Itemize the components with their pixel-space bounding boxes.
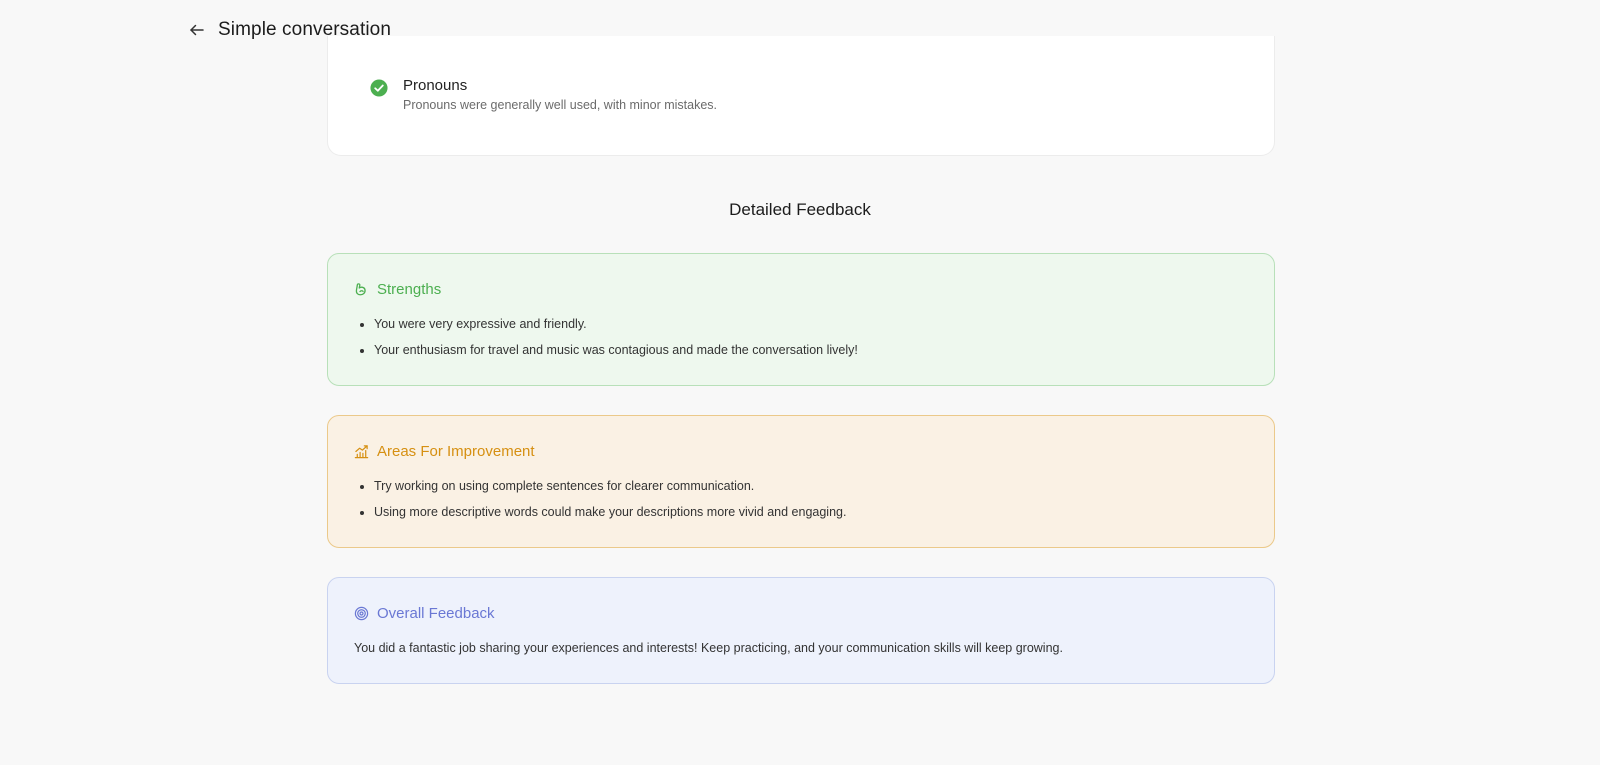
detailed-feedback-heading: Detailed Feedback bbox=[729, 200, 871, 219]
criterion-description: Pronouns were generally well used, with … bbox=[403, 98, 718, 112]
flexed-arm-icon bbox=[355, 283, 366, 296]
list-item: Your enthusiasm for travel and music was… bbox=[374, 343, 858, 358]
arrow-left-icon bbox=[190, 24, 204, 36]
improvement-list: Try working on using complete sentences … bbox=[354, 479, 846, 531]
criteria-card: Pronouns Pronouns were generally well us… bbox=[327, 36, 1275, 156]
strengths-list: You were very expressive and friendly. Y… bbox=[354, 317, 858, 369]
check-circle-icon bbox=[370, 79, 388, 97]
improvement-card: Areas For Improvement Try working on usi… bbox=[327, 415, 1275, 548]
overall-title: Overall Feedback bbox=[377, 605, 495, 622]
criterion-pronouns: Pronouns Pronouns were generally well us… bbox=[370, 77, 717, 112]
strengths-title: Strengths bbox=[377, 281, 442, 298]
improvement-header: Areas For Improvement bbox=[354, 443, 535, 460]
overall-feedback-card: Overall Feedback You did a fantastic job… bbox=[327, 577, 1275, 684]
strengths-card: Strengths You were very expressive and f… bbox=[327, 253, 1275, 386]
criterion-text: Pronouns Pronouns were generally well us… bbox=[403, 77, 717, 112]
back-button[interactable] bbox=[186, 19, 208, 41]
improvement-title: Areas For Improvement bbox=[377, 443, 535, 460]
list-item: You were very expressive and friendly. bbox=[374, 317, 858, 332]
list-item: Using more descriptive words could make … bbox=[374, 505, 846, 520]
list-item: Try working on using complete sentences … bbox=[374, 479, 846, 494]
target-icon bbox=[354, 606, 369, 621]
criterion-title: Pronouns bbox=[403, 77, 468, 94]
overall-text: You did a fantastic job sharing your exp… bbox=[354, 641, 1063, 655]
strengths-header: Strengths bbox=[354, 281, 441, 298]
bar-chart-icon bbox=[354, 445, 369, 459]
overall-header: Overall Feedback bbox=[354, 605, 495, 622]
